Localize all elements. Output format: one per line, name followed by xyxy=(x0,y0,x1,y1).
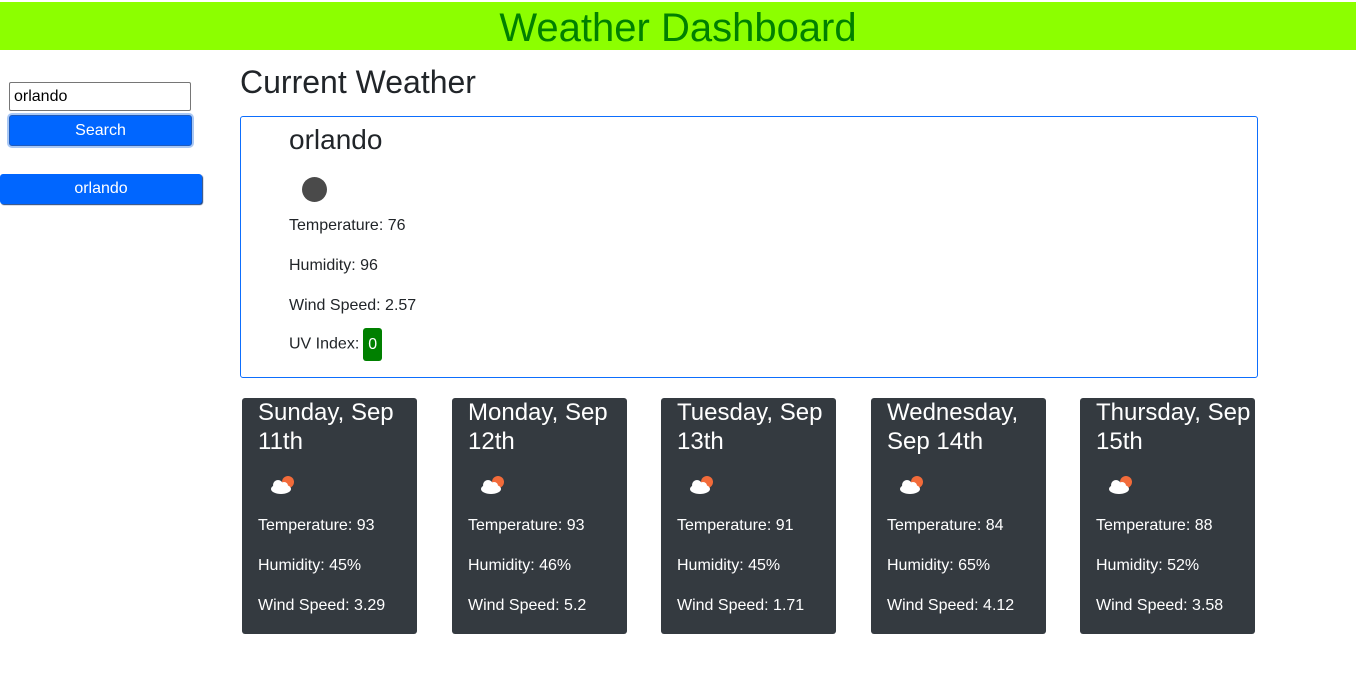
current-city-name: orlando xyxy=(289,124,383,155)
forecast-temperature: Temperature: 84 xyxy=(887,517,1004,534)
partly-cloudy-icon xyxy=(271,476,294,494)
current-weather-heading: Current Weather xyxy=(240,64,476,100)
forecast-card: Thursday, Sep 15th Temperature: 88 Humid… xyxy=(1080,398,1255,634)
forecast-humidity: Humidity: 65% xyxy=(887,557,991,574)
uv-label: UV Index: xyxy=(289,335,360,353)
partly-cloudy-icon xyxy=(690,476,713,494)
current-temperature: Temperature: 76 xyxy=(289,217,406,234)
forecast-wind-speed: Wind Speed: 4.12 xyxy=(887,597,1015,614)
current-wind-speed: Wind Speed: 2.57 xyxy=(289,297,417,314)
forecast-wind-speed: Wind Speed: 1.71 xyxy=(677,597,805,614)
forecast-date: Thursday, Sep 15th xyxy=(1096,399,1251,455)
current-uv-row: UV Index: 0 xyxy=(289,328,383,361)
forecast-humidity: Humidity: 46% xyxy=(468,557,572,574)
forecast-temperature: Temperature: 88 xyxy=(1096,517,1213,534)
page-header: Weather Dashboard xyxy=(0,2,1356,50)
partly-cloudy-icon xyxy=(1109,476,1132,494)
forecast-humidity: Humidity: 45% xyxy=(677,557,781,574)
forecast-card: Sunday, Sep 11th Temperature: 93 Humidit… xyxy=(242,398,417,634)
forecast-date: Wednesday, Sep 14th xyxy=(887,399,1019,455)
forecast-card: Monday, Sep 12th Temperature: 93 Humidit… xyxy=(452,398,627,634)
forecast-temperature: Temperature: 93 xyxy=(258,517,375,534)
forecast-date: Tuesday, Sep 13th xyxy=(677,399,823,455)
uv-index-badge: 0 xyxy=(363,328,383,361)
forecast-card: Wednesday, Sep 14th Temperature: 84 Humi… xyxy=(871,398,1046,634)
partly-cloudy-icon xyxy=(481,476,504,494)
current-humidity: Humidity: 96 xyxy=(289,257,378,274)
current-weather-panel: orlando Temperature: 76 Humidity: 96 Win… xyxy=(240,116,1258,378)
search-button[interactable]: Search xyxy=(9,115,192,146)
forecast-temperature: Temperature: 91 xyxy=(677,517,794,534)
forecast-date: Sunday, Sep 11th xyxy=(258,399,394,455)
forecast-card: Tuesday, Sep 13th Temperature: 91 Humidi… xyxy=(661,398,836,634)
page-title: Weather Dashboard xyxy=(499,6,857,50)
forecast-humidity: Humidity: 45% xyxy=(258,557,362,574)
current-weather-icon xyxy=(302,177,327,202)
forecast-wind-speed: Wind Speed: 5.2 xyxy=(468,597,587,614)
forecast-temperature: Temperature: 93 xyxy=(468,517,585,534)
search-input[interactable] xyxy=(9,82,191,111)
forecast-wind-speed: Wind Speed: 3.58 xyxy=(1096,597,1224,614)
history-item-orlando[interactable]: orlando xyxy=(0,174,202,204)
forecast-wind-speed: Wind Speed: 3.29 xyxy=(258,597,386,614)
partly-cloudy-icon xyxy=(900,476,923,494)
forecast-humidity: Humidity: 52% xyxy=(1096,557,1200,574)
forecast-date: Monday, Sep 12th xyxy=(468,399,608,455)
